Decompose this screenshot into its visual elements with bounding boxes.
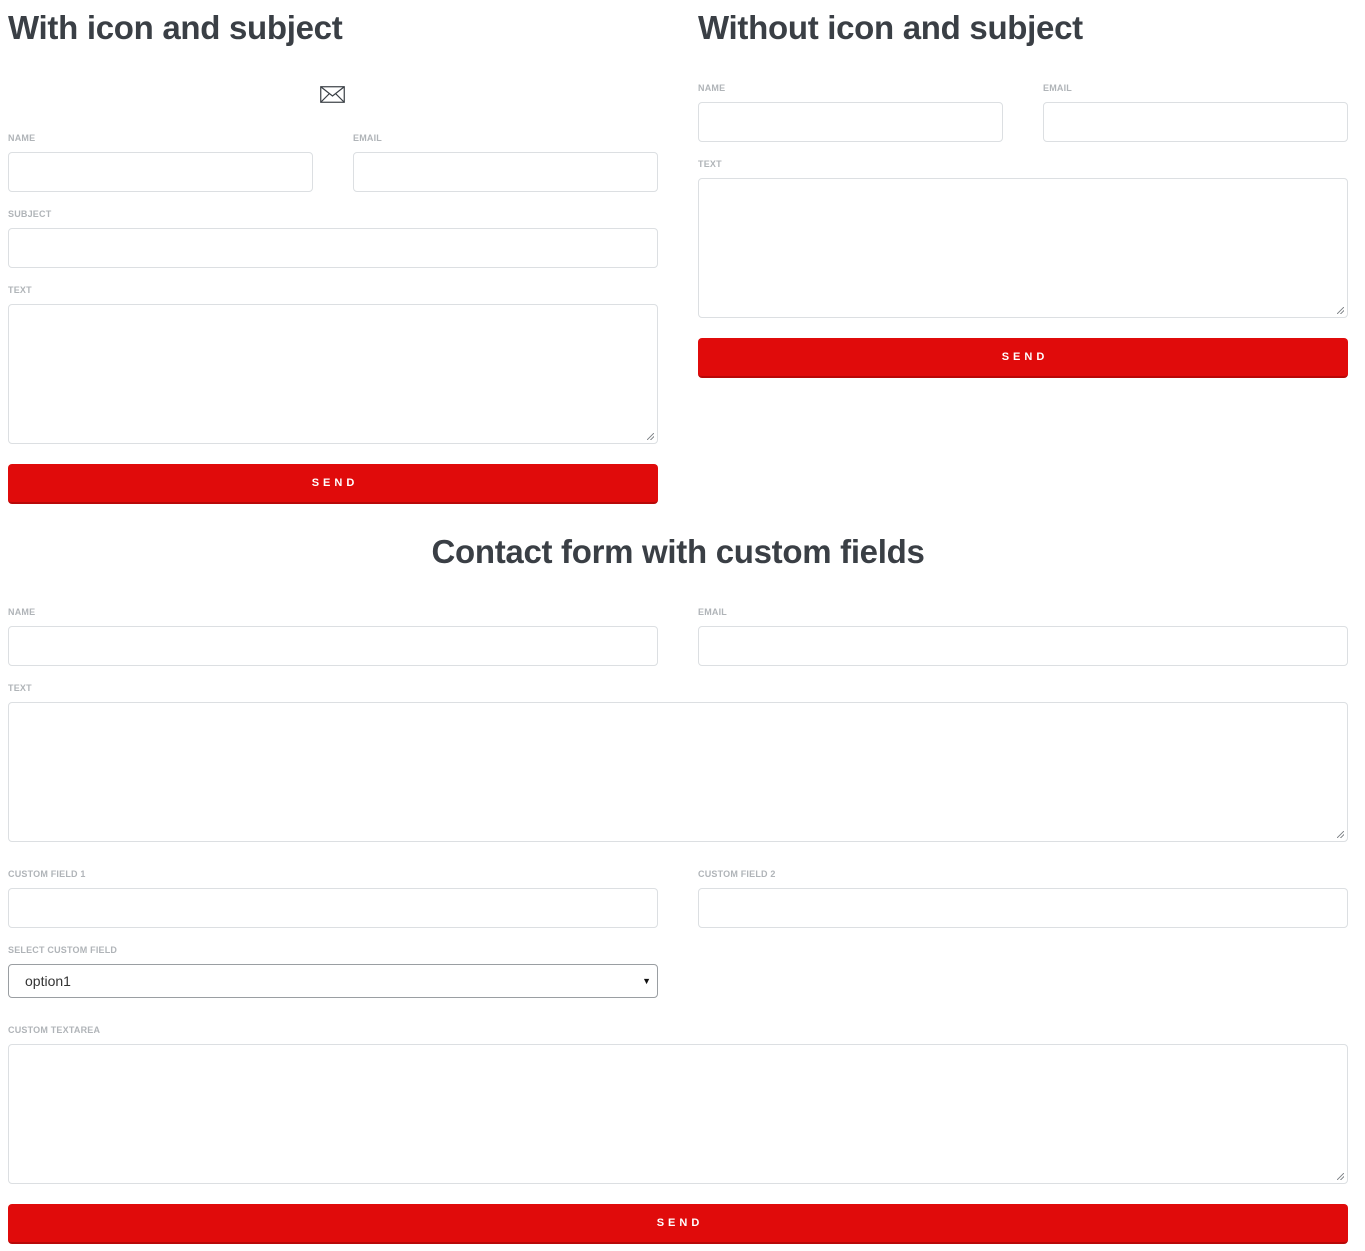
form3-name-input[interactable] bbox=[8, 626, 658, 666]
form2-email-label: EMAIL bbox=[1043, 83, 1072, 93]
form1-subject-input[interactable] bbox=[8, 228, 658, 268]
form1-subject-label: SUBJECT bbox=[8, 209, 52, 219]
form2-text-textarea[interactable] bbox=[698, 178, 1348, 318]
form3-text-textarea[interactable] bbox=[8, 702, 1348, 842]
form3-custom-select[interactable]: option1 ▼ bbox=[8, 964, 658, 998]
form2-name-input[interactable] bbox=[698, 102, 1003, 142]
form2-text-label: TEXT bbox=[698, 159, 722, 169]
form3-email-input[interactable] bbox=[698, 626, 1348, 666]
form1-email-input[interactable] bbox=[353, 152, 658, 192]
form1-name-label: NAME bbox=[8, 133, 36, 143]
form2-email-input[interactable] bbox=[1043, 102, 1348, 142]
form3-custom-field-2-input[interactable] bbox=[698, 888, 1348, 928]
form1-send-label: SEND bbox=[311, 477, 359, 489]
form3-select-label: SELECT CUSTOM FIELD bbox=[8, 945, 118, 955]
form1-name-input[interactable] bbox=[8, 152, 313, 192]
form3-custom-textarea-label: CUSTOM TEXTAREA bbox=[8, 1025, 101, 1035]
form3-email-label: EMAIL bbox=[698, 607, 727, 617]
form3-text-label: TEXT bbox=[8, 683, 32, 693]
form2-send-label: SEND bbox=[1001, 351, 1049, 363]
form1-send-button[interactable]: SEND bbox=[8, 464, 658, 504]
form2-name-label: NAME bbox=[698, 83, 726, 93]
form3-title: Contact form with custom fields bbox=[431, 533, 925, 570]
chevron-down-icon: ▼ bbox=[642, 976, 651, 986]
form3-send-button[interactable]: SEND bbox=[8, 1204, 1348, 1244]
form1-text-textarea[interactable] bbox=[8, 304, 658, 444]
form3-custom-textarea[interactable] bbox=[8, 1044, 1348, 1184]
form1-email-label: EMAIL bbox=[353, 133, 382, 143]
envelope-icon bbox=[320, 86, 345, 103]
form3-custom-field-1-input[interactable] bbox=[8, 888, 658, 928]
form3-select-value: option1 bbox=[25, 973, 71, 989]
form3-send-label: SEND bbox=[656, 1217, 704, 1229]
form3-custom-field-2-label: CUSTOM FIELD 2 bbox=[698, 869, 776, 879]
form3-custom-field-1-label: CUSTOM FIELD 1 bbox=[8, 869, 86, 879]
form2-title: Without icon and subject bbox=[698, 9, 1083, 46]
form1-text-label: TEXT bbox=[8, 285, 32, 295]
form2-send-button[interactable]: SEND bbox=[698, 338, 1348, 378]
form3-name-label: NAME bbox=[8, 607, 36, 617]
form1-title: With icon and subject bbox=[8, 9, 343, 46]
